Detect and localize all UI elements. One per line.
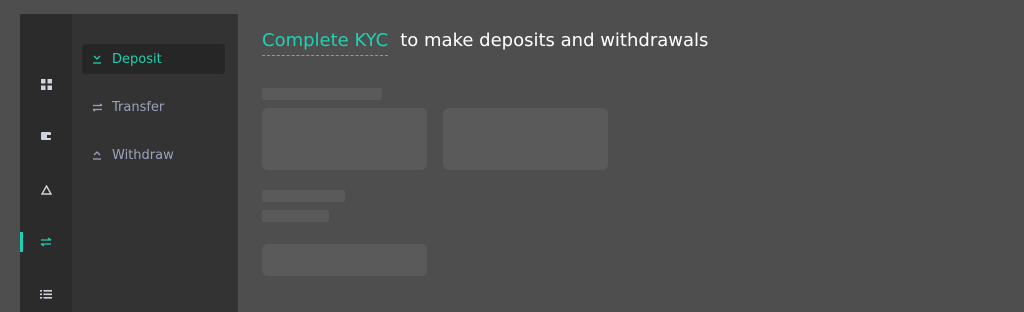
skeleton-card <box>262 108 427 170</box>
kyc-banner: Complete KYC to make deposits and withdra… <box>262 30 709 56</box>
skeleton-label <box>262 190 345 202</box>
skeleton-heading <box>262 88 382 100</box>
complete-kyc-link[interactable]: Complete KYC <box>262 30 389 56</box>
upload-icon <box>90 150 104 161</box>
transfer-arrows-icon <box>40 237 52 247</box>
recycle-icon <box>40 184 52 195</box>
rail-item-dashboard[interactable] <box>20 72 72 96</box>
rail-item-wallet[interactable] <box>20 124 72 148</box>
icon-rail <box>20 14 72 312</box>
sub-navigation: Deposit Transfer Withdraw <box>72 14 238 312</box>
nav-item-transfer[interactable]: Transfer <box>82 92 225 122</box>
nav-item-label: Transfer <box>112 99 165 115</box>
main-content: Complete KYC to make deposits and withdra… <box>238 14 1024 312</box>
dashboard-grid-icon <box>40 78 52 90</box>
skeleton-label <box>262 210 329 222</box>
nav-item-deposit[interactable]: Deposit <box>82 44 225 74</box>
rail-item-recycle[interactable] <box>20 178 72 202</box>
rail-item-transfer[interactable] <box>20 230 72 254</box>
list-icon <box>40 290 52 299</box>
kyc-banner-text: to make deposits and withdrawals <box>400 30 709 51</box>
nav-item-withdraw[interactable]: Withdraw <box>82 140 225 170</box>
nav-item-label: Deposit <box>112 51 162 67</box>
rail-item-list[interactable] <box>20 282 72 306</box>
nav-item-label: Withdraw <box>112 147 174 163</box>
skeleton-card <box>443 108 608 170</box>
download-icon <box>90 54 104 65</box>
exchange-icon <box>90 102 104 112</box>
wallet-icon <box>40 132 52 140</box>
skeleton-input <box>262 244 427 276</box>
